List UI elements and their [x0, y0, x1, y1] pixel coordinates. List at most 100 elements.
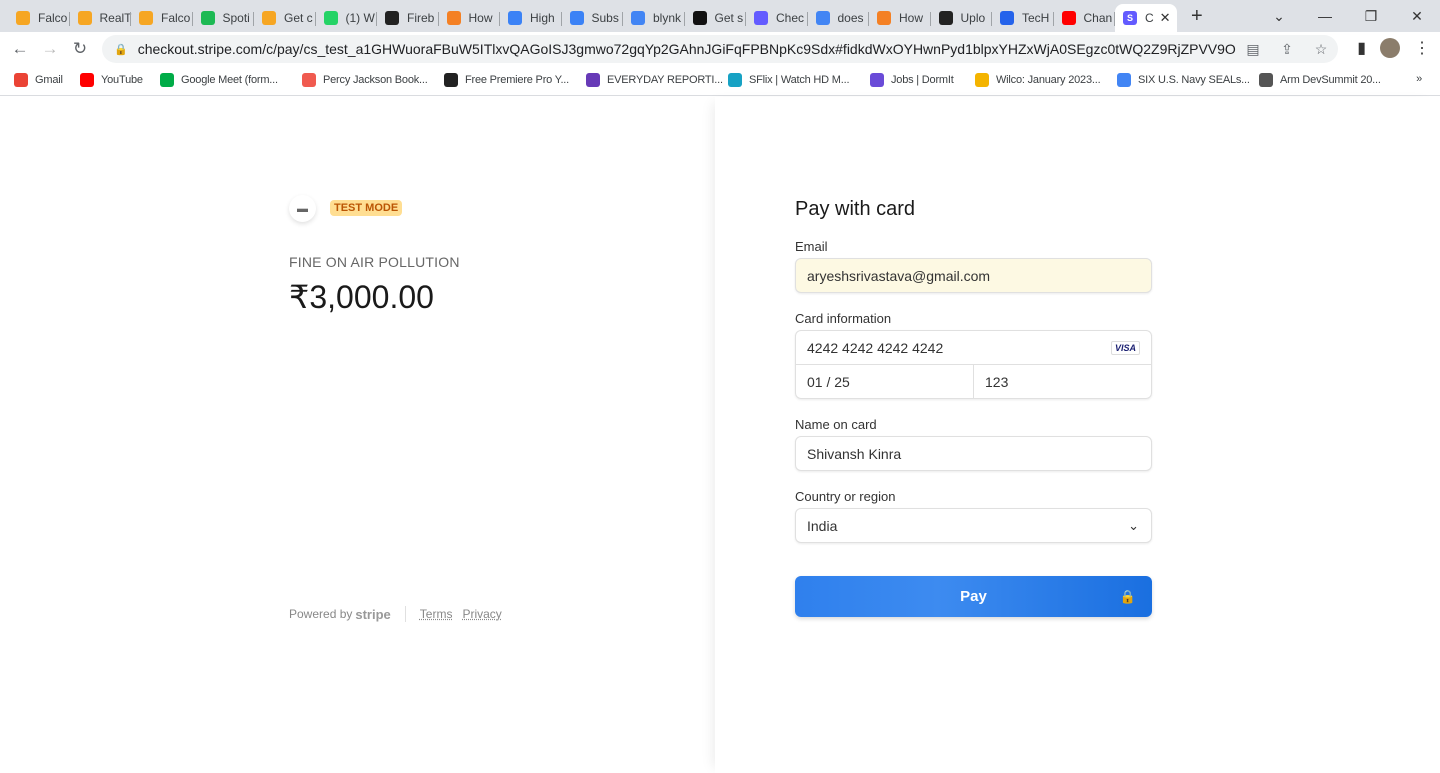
visa-icon: VISA	[1110, 340, 1140, 355]
bookmark-star-icon[interactable]: ☆	[1304, 41, 1338, 58]
bookmark[interactable]: Arm DevSummit 20...	[1259, 73, 1387, 87]
favicon-icon	[323, 11, 338, 25]
share-icon[interactable]: ⇪	[1270, 41, 1304, 58]
favicon-icon	[385, 11, 399, 25]
bookmark-icon	[728, 73, 742, 87]
favicon-icon	[139, 11, 153, 25]
name-field[interactable]: Shivansh Kinra	[795, 436, 1152, 471]
bookmark-icon	[1259, 73, 1273, 87]
tab-title: RealT	[99, 11, 132, 25]
tab-title: Uplo	[960, 11, 986, 25]
card-number-field[interactable]: 4242 4242 4242 4242 VISA	[796, 331, 1151, 365]
expiry-field[interactable]: 01 / 25	[796, 365, 974, 399]
favicon-icon	[815, 11, 830, 25]
avatar[interactable]	[1380, 38, 1400, 58]
browser-tab[interactable]: TecH	[992, 4, 1054, 32]
window-controls: ⌄ — ❐ ✕	[1256, 0, 1440, 32]
active-tab[interactable]: S C ✕	[1115, 4, 1177, 32]
bookmark[interactable]: EVERYDAY REPORTI...	[586, 73, 728, 87]
tab-title: High	[530, 11, 555, 25]
favicon-icon	[631, 11, 645, 25]
bookmark-icon	[80, 73, 94, 87]
browser-tab[interactable]: Falco	[8, 4, 70, 32]
browser-tab[interactable]: RealT	[70, 4, 132, 32]
browser-tab[interactable]: does	[808, 4, 870, 32]
browser-tab[interactable]: Subs	[562, 4, 624, 32]
bookmark[interactable]: SFlix | Watch HD M...	[728, 73, 870, 87]
browser-tab[interactable]: How	[439, 4, 501, 32]
menu-icon[interactable]: ⋮	[1414, 38, 1430, 58]
bookmark-label: YouTube	[101, 74, 143, 86]
terms-link[interactable]: Terms	[420, 607, 453, 621]
tab-title: Chec	[776, 11, 805, 25]
price: ₹3,000.00	[289, 279, 434, 315]
reader-mode-icon[interactable]: ▤	[1236, 41, 1270, 58]
close-window-button[interactable]: ✕	[1394, 8, 1440, 25]
reload-button[interactable]: ↻	[65, 39, 95, 59]
bookmark[interactable]: YouTube	[80, 73, 160, 87]
bookmark[interactable]: Jobs | DormIt	[870, 73, 975, 87]
stripe-logo[interactable]: stripe	[355, 607, 390, 622]
browser-tab[interactable]: Fireb	[377, 4, 439, 32]
bookmark-label: Arm DevSummit 20...	[1280, 74, 1381, 86]
cvc-field[interactable]: 123	[974, 365, 1151, 399]
privacy-link[interactable]: Privacy	[462, 607, 501, 621]
minimize-button[interactable]: —	[1302, 8, 1348, 24]
bookmark-label: Percy Jackson Book...	[323, 74, 428, 86]
name-label: Name on card	[795, 417, 877, 432]
browser-tab[interactable]: High	[500, 4, 562, 32]
browser-tab[interactable]: Get s	[685, 4, 747, 32]
new-tab-button[interactable]: +	[1191, 5, 1203, 28]
stripe-favicon-icon: S	[1123, 11, 1137, 25]
bookmark[interactable]: Percy Jackson Book...	[302, 73, 444, 87]
tab-title: C	[1145, 11, 1154, 25]
favicon-icon	[77, 11, 92, 25]
bookmark-label: Wilco: January 2023...	[996, 74, 1101, 86]
cvc: 123	[985, 374, 1009, 390]
browser-tab[interactable]: Uplo	[931, 4, 993, 32]
close-tab-icon[interactable]: ✕	[1160, 10, 1171, 26]
bookmark[interactable]: Free Premiere Pro Y...	[444, 73, 586, 87]
country-select[interactable]: India ⌄	[795, 508, 1152, 543]
bookmark-icon	[1117, 73, 1131, 87]
footer: Powered by stripe Terms Privacy	[289, 606, 512, 622]
side-panel-icon[interactable]: ▮	[1357, 38, 1366, 58]
url-text[interactable]: checkout.stripe.com/c/pay/cs_test_a1GHWu…	[138, 41, 1236, 57]
browser-tab[interactable]: How	[869, 4, 931, 32]
tab-title: does	[837, 11, 864, 25]
bookmark-icon	[586, 73, 600, 87]
pay-label: Pay	[960, 588, 987, 605]
browser-tab[interactable]: Spoti	[193, 4, 255, 32]
bookmark[interactable]: Wilco: January 2023...	[975, 73, 1117, 87]
email-field[interactable]: aryeshsrivastava@gmail.com	[795, 258, 1152, 293]
restore-button[interactable]: ❐	[1348, 8, 1394, 25]
lock-icon[interactable]: 🔒	[114, 43, 128, 56]
bookmark-icon	[870, 73, 884, 87]
address-bar[interactable]: 🔒 checkout.stripe.com/c/pay/cs_test_a1GH…	[102, 35, 1338, 63]
favicon-icon	[938, 11, 953, 25]
bookmark[interactable]: Gmail	[14, 73, 80, 87]
browser-tab[interactable]: (1) W	[316, 4, 378, 32]
browser-tab[interactable]: Get c	[254, 4, 316, 32]
bookmark-label: EVERYDAY REPORTI...	[607, 74, 723, 86]
tab-title: Chan	[1083, 11, 1113, 25]
back-button[interactable]: ←	[5, 39, 35, 59]
favicon-icon	[569, 11, 584, 25]
browser-tab[interactable]: Chan	[1054, 4, 1116, 32]
pay-button[interactable]: Pay 🔒	[795, 576, 1152, 617]
favicon-icon	[1061, 11, 1076, 25]
bookmark[interactable]: Google Meet (form...	[160, 73, 302, 87]
bookmark-icon	[975, 73, 989, 87]
bookmark[interactable]: SIX U.S. Navy SEALs...	[1117, 73, 1259, 87]
favicon-icon	[508, 11, 522, 25]
forward-button[interactable]: →	[35, 39, 65, 59]
chevron-down-icon: ⌄	[1128, 517, 1139, 533]
browser-tab[interactable]: Falco	[131, 4, 193, 32]
store-icon: ▬	[289, 195, 316, 222]
more-bookmarks-icon[interactable]: »	[1416, 73, 1422, 85]
form-title: Pay with card	[795, 198, 916, 220]
tab-search-icon[interactable]: ⌄	[1256, 8, 1302, 25]
browser-tab[interactable]: Chec	[746, 4, 808, 32]
favicon-icon	[200, 11, 215, 25]
browser-tab[interactable]: blynk	[623, 4, 685, 32]
